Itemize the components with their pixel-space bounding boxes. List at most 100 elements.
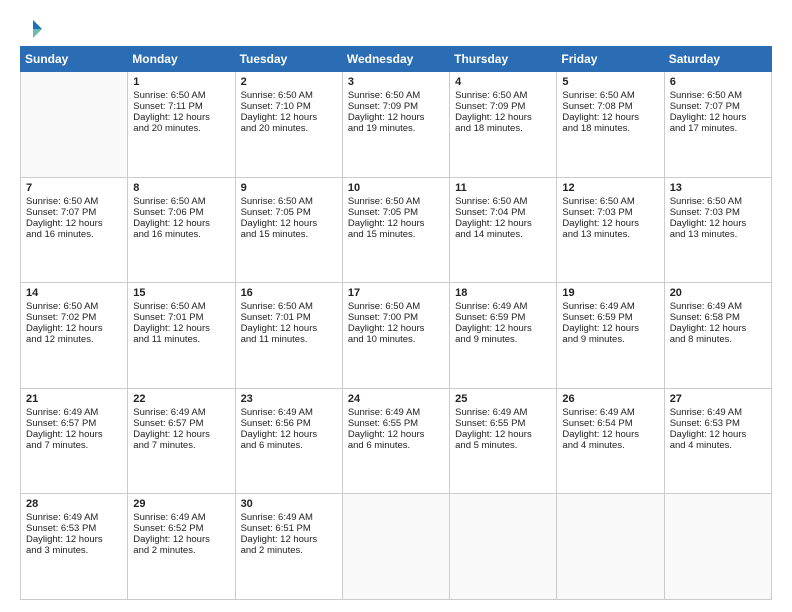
day-info: Sunset: 6:59 PM	[562, 312, 658, 323]
calendar-cell	[21, 72, 128, 178]
day-info: Daylight: 12 hours	[670, 429, 766, 440]
day-info: Daylight: 12 hours	[670, 323, 766, 334]
day-info: Sunset: 7:09 PM	[348, 101, 444, 112]
day-number: 4	[455, 76, 551, 88]
calendar-table: SundayMondayTuesdayWednesdayThursdayFrid…	[20, 46, 772, 600]
day-info: Sunrise: 6:50 AM	[241, 196, 337, 207]
day-number: 28	[26, 498, 122, 510]
day-info: Sunrise: 6:49 AM	[455, 301, 551, 312]
day-info: Sunset: 6:57 PM	[26, 418, 122, 429]
day-info: Sunset: 6:51 PM	[241, 523, 337, 534]
day-info: Sunrise: 6:49 AM	[241, 407, 337, 418]
day-info: and 4 minutes.	[562, 440, 658, 451]
day-info: and 5 minutes.	[455, 440, 551, 451]
day-info: Sunset: 6:53 PM	[26, 523, 122, 534]
day-info: and 15 minutes.	[241, 229, 337, 240]
day-number: 18	[455, 287, 551, 299]
page: SundayMondayTuesdayWednesdayThursdayFrid…	[0, 0, 792, 612]
day-info: Sunset: 6:53 PM	[670, 418, 766, 429]
calendar-cell	[450, 494, 557, 600]
day-info: Daylight: 12 hours	[133, 323, 229, 334]
day-info: Sunset: 7:06 PM	[133, 207, 229, 218]
day-info: Sunrise: 6:50 AM	[348, 196, 444, 207]
calendar-cell: 14Sunrise: 6:50 AMSunset: 7:02 PMDayligh…	[21, 283, 128, 389]
day-number: 5	[562, 76, 658, 88]
day-info: Sunrise: 6:50 AM	[133, 301, 229, 312]
day-number: 25	[455, 393, 551, 405]
day-info: Daylight: 12 hours	[562, 323, 658, 334]
day-info: Sunrise: 6:50 AM	[455, 90, 551, 101]
day-number: 17	[348, 287, 444, 299]
day-number: 7	[26, 182, 122, 194]
calendar-cell: 6Sunrise: 6:50 AMSunset: 7:07 PMDaylight…	[664, 72, 771, 178]
day-info: and 4 minutes.	[670, 440, 766, 451]
day-number: 10	[348, 182, 444, 194]
day-info: Daylight: 12 hours	[348, 429, 444, 440]
day-info: and 15 minutes.	[348, 229, 444, 240]
calendar-cell: 30Sunrise: 6:49 AMSunset: 6:51 PMDayligh…	[235, 494, 342, 600]
day-info: Daylight: 12 hours	[26, 323, 122, 334]
day-info: Sunset: 7:02 PM	[26, 312, 122, 323]
day-number: 3	[348, 76, 444, 88]
calendar-week-row: 1Sunrise: 6:50 AMSunset: 7:11 PMDaylight…	[21, 72, 772, 178]
day-info: Daylight: 12 hours	[670, 112, 766, 123]
logo	[20, 18, 44, 36]
day-info: and 20 minutes.	[133, 123, 229, 134]
day-info: and 11 minutes.	[133, 334, 229, 345]
calendar-cell: 26Sunrise: 6:49 AMSunset: 6:54 PMDayligh…	[557, 388, 664, 494]
calendar-week-row: 7Sunrise: 6:50 AMSunset: 7:07 PMDaylight…	[21, 177, 772, 283]
calendar-cell: 2Sunrise: 6:50 AMSunset: 7:10 PMDaylight…	[235, 72, 342, 178]
day-info: Sunset: 7:01 PM	[241, 312, 337, 323]
weekday-header-thursday: Thursday	[450, 47, 557, 72]
day-number: 11	[455, 182, 551, 194]
day-info: Daylight: 12 hours	[348, 112, 444, 123]
weekday-header-wednesday: Wednesday	[342, 47, 449, 72]
weekday-header-tuesday: Tuesday	[235, 47, 342, 72]
day-info: Sunrise: 6:50 AM	[348, 90, 444, 101]
day-info: Sunset: 7:01 PM	[133, 312, 229, 323]
day-number: 6	[670, 76, 766, 88]
day-info: and 9 minutes.	[562, 334, 658, 345]
calendar-cell: 1Sunrise: 6:50 AMSunset: 7:11 PMDaylight…	[128, 72, 235, 178]
weekday-header-sunday: Sunday	[21, 47, 128, 72]
day-info: and 16 minutes.	[133, 229, 229, 240]
calendar-cell: 23Sunrise: 6:49 AMSunset: 6:56 PMDayligh…	[235, 388, 342, 494]
day-info: Daylight: 12 hours	[562, 112, 658, 123]
day-info: Daylight: 12 hours	[241, 429, 337, 440]
day-info: Sunset: 7:07 PM	[670, 101, 766, 112]
calendar-week-row: 14Sunrise: 6:50 AMSunset: 7:02 PMDayligh…	[21, 283, 772, 389]
day-number: 19	[562, 287, 658, 299]
day-info: Daylight: 12 hours	[133, 112, 229, 123]
calendar-cell: 18Sunrise: 6:49 AMSunset: 6:59 PMDayligh…	[450, 283, 557, 389]
day-info: and 18 minutes.	[455, 123, 551, 134]
day-info: and 9 minutes.	[455, 334, 551, 345]
day-info: and 12 minutes.	[26, 334, 122, 345]
calendar-cell: 13Sunrise: 6:50 AMSunset: 7:03 PMDayligh…	[664, 177, 771, 283]
day-info: and 13 minutes.	[670, 229, 766, 240]
calendar-week-row: 21Sunrise: 6:49 AMSunset: 6:57 PMDayligh…	[21, 388, 772, 494]
day-info: and 11 minutes.	[241, 334, 337, 345]
day-info: Sunrise: 6:49 AM	[455, 407, 551, 418]
calendar-cell	[557, 494, 664, 600]
calendar-cell: 28Sunrise: 6:49 AMSunset: 6:53 PMDayligh…	[21, 494, 128, 600]
day-info: Sunrise: 6:50 AM	[241, 90, 337, 101]
day-info: Sunrise: 6:50 AM	[133, 196, 229, 207]
day-info: and 7 minutes.	[133, 440, 229, 451]
calendar-cell: 8Sunrise: 6:50 AMSunset: 7:06 PMDaylight…	[128, 177, 235, 283]
day-info: Sunrise: 6:50 AM	[562, 196, 658, 207]
day-info: Daylight: 12 hours	[455, 112, 551, 123]
calendar-cell: 7Sunrise: 6:50 AMSunset: 7:07 PMDaylight…	[21, 177, 128, 283]
day-info: Sunrise: 6:49 AM	[241, 512, 337, 523]
day-info: Sunrise: 6:49 AM	[670, 301, 766, 312]
calendar-cell: 21Sunrise: 6:49 AMSunset: 6:57 PMDayligh…	[21, 388, 128, 494]
day-info: Sunrise: 6:49 AM	[26, 407, 122, 418]
day-info: Daylight: 12 hours	[348, 218, 444, 229]
day-info: and 3 minutes.	[26, 545, 122, 556]
day-info: and 17 minutes.	[670, 123, 766, 134]
day-number: 16	[241, 287, 337, 299]
day-number: 9	[241, 182, 337, 194]
calendar-cell: 25Sunrise: 6:49 AMSunset: 6:55 PMDayligh…	[450, 388, 557, 494]
day-number: 30	[241, 498, 337, 510]
calendar-cell: 16Sunrise: 6:50 AMSunset: 7:01 PMDayligh…	[235, 283, 342, 389]
day-info: Sunset: 6:59 PM	[455, 312, 551, 323]
